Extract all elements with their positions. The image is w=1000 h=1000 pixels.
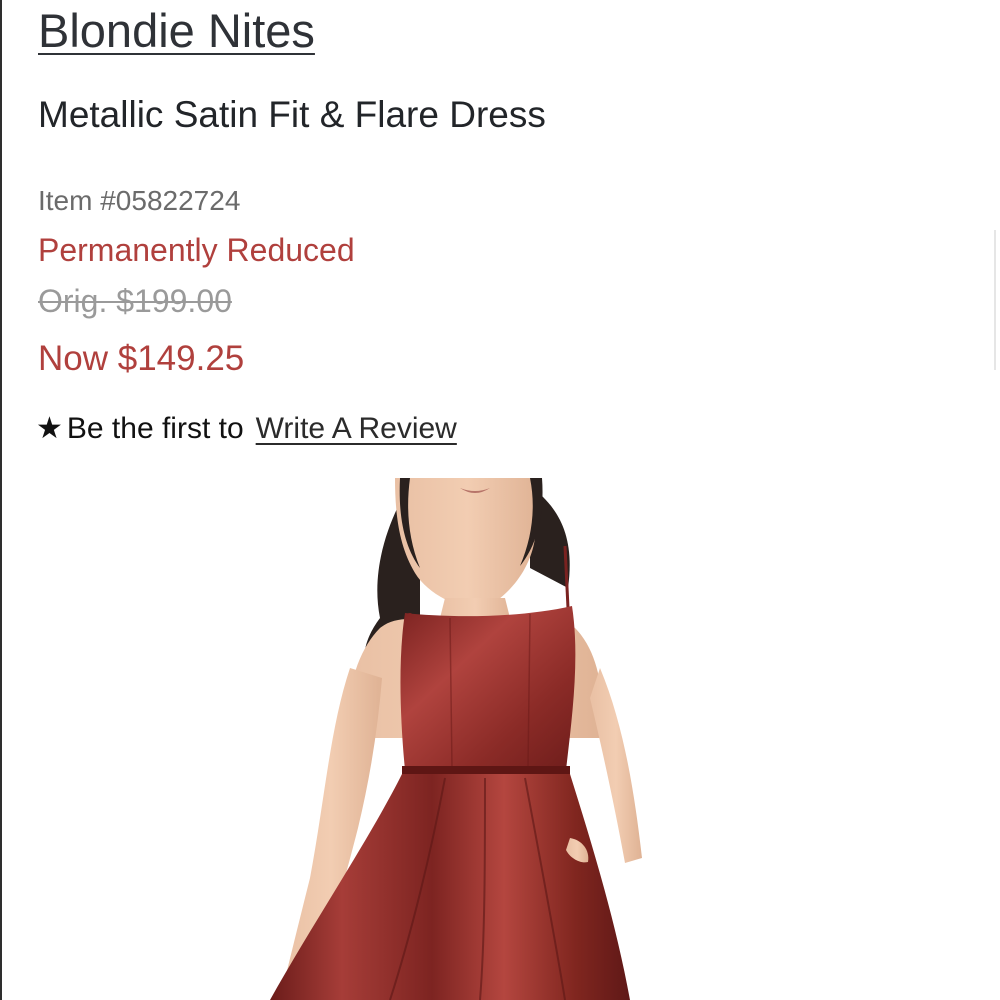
item-number: Item #05822724 — [38, 185, 241, 216]
review-row: ★ Be the first to Write A Review — [36, 409, 457, 449]
product-title: Metallic Satin Fit & Flare Dress — [38, 94, 546, 135]
product-image[interactable] — [230, 478, 760, 1000]
dress-illustration — [270, 478, 642, 1000]
left-border — [0, 0, 2, 1000]
scrollbar-track[interactable] — [994, 230, 996, 370]
write-review-link[interactable]: Write A Review — [256, 409, 457, 449]
brand-link[interactable]: Blondie Nites — [38, 2, 315, 60]
star-icon: ★ — [36, 412, 63, 445]
current-price: Now $149.25 — [38, 339, 245, 378]
original-price: Orig. $199.00 — [38, 283, 232, 319]
review-prompt: Be the first to — [66, 412, 244, 445]
product-page: Blondie Nites Metallic Satin Fit & Flare… — [0, 0, 1000, 1000]
price-status: Permanently Reduced — [38, 232, 355, 268]
